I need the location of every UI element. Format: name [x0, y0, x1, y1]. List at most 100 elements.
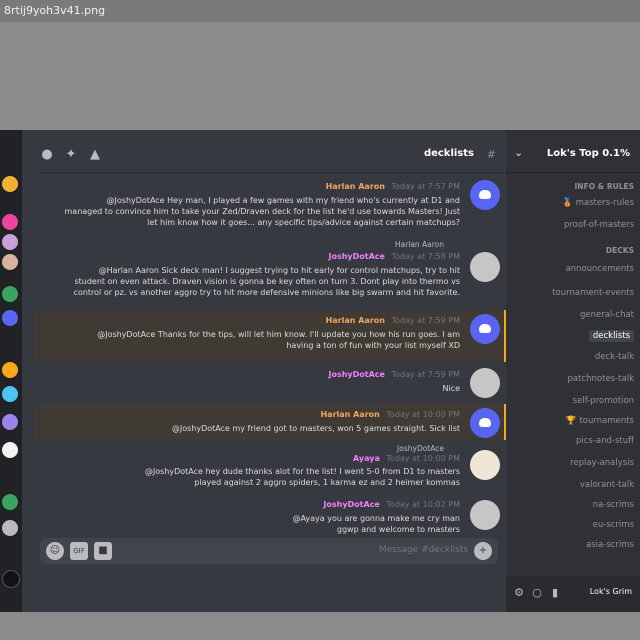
channel-item[interactable]: general-chat — [580, 310, 634, 320]
channel-item[interactable]: valorant-talk — [580, 480, 634, 490]
avatar[interactable] — [470, 368, 500, 398]
message-item: Harlan Aaron Today at 10:00 PM @JoshyDot… — [34, 404, 506, 440]
channel-item[interactable]: pics-and-stuff — [576, 436, 634, 446]
channel-item[interactable]: replay-analysis — [570, 458, 634, 468]
category-label[interactable]: Decks — [606, 246, 634, 255]
channel-item[interactable]: eu-scrims — [593, 520, 634, 530]
server-header[interactable]: ⌄ Lok's Top 0.1% — [506, 130, 640, 173]
avatar[interactable] — [470, 314, 500, 344]
channel-item[interactable]: tournament-events — [552, 288, 634, 298]
author-name[interactable]: Harlan Aaron — [326, 316, 385, 325]
avatar[interactable] — [470, 450, 500, 480]
headphones-icon[interactable]: ○ — [530, 586, 544, 600]
message-body: @JoshyDotAce Thanks for the tips, will l… — [97, 329, 460, 351]
channel-item-active[interactable]: decklists — [588, 330, 634, 342]
server-icon-12[interactable] — [2, 520, 18, 536]
settings-gear-icon[interactable]: ⚙ — [512, 586, 526, 600]
microphone-icon[interactable]: ▮ — [548, 586, 562, 600]
server-icon-2[interactable] — [2, 214, 18, 230]
channel-item[interactable]: proof-of-masters — [564, 220, 634, 230]
message-input[interactable]: Message #decklists — [379, 545, 468, 555]
message-timestamp: Today at 10:02 PM — [386, 500, 460, 509]
message-line: let him know how it goes... any specific… — [147, 218, 460, 227]
server-icon-6[interactable] — [2, 310, 18, 326]
gif-icon[interactable]: GIF — [70, 542, 88, 560]
server-icon-9[interactable] — [2, 414, 18, 430]
channel-item[interactable]: announcements — [565, 264, 634, 274]
channel-item[interactable]: 🥉 masters-rules — [562, 198, 634, 208]
server-icon-7[interactable] — [2, 362, 18, 378]
message-meta: JoshyDotAce Today at 7:59 PM — [328, 370, 460, 379]
pin-icon[interactable]: ✦ — [62, 146, 80, 164]
channel-label: tournament-events — [552, 288, 634, 298]
server-icon-1[interactable] — [2, 176, 18, 192]
server-icon-10[interactable] — [2, 442, 18, 458]
message-timestamp: Today at 7:57 PM — [391, 182, 461, 191]
server-rail — [0, 130, 22, 612]
bell-icon[interactable]: ▲ — [86, 146, 104, 164]
message-item: JoshyDotAce Ayaya Today at 10:00 PM @Jos… — [34, 444, 504, 494]
message-timestamp: Today at 10:00 PM — [386, 410, 460, 419]
server-name: Lok's Top 0.1% — [546, 148, 630, 159]
author-name[interactable]: Harlan Aaron — [326, 182, 385, 191]
channel-item[interactable]: self-promotion — [573, 396, 634, 406]
channel-label: patchnotes-talk — [567, 374, 634, 384]
channel-item[interactable]: na-scrims — [593, 500, 634, 510]
channel-label: asia-scrims — [586, 540, 634, 550]
channel-title: decklists — [423, 148, 474, 159]
message-meta: Ayaya Today at 10:00 PM — [353, 454, 460, 463]
server-icon-3[interactable] — [2, 234, 18, 250]
channel-item[interactable]: deck-talk — [595, 352, 634, 362]
channel-item[interactable]: patchnotes-talk — [568, 374, 634, 384]
emoji-icon[interactable]: ☺ — [46, 542, 64, 560]
server-icon-8[interactable] — [2, 386, 18, 402]
channel-label: tournaments — [579, 416, 634, 426]
message-body: Nice — [442, 383, 460, 394]
message-body: @Ayaya you are gonna make me cry man ggw… — [292, 513, 460, 535]
message-line: played against 2 aggro spiders, 1 karma … — [194, 478, 460, 487]
message-timestamp: Today at 7:59 PM — [391, 316, 461, 325]
message-composer[interactable]: ☺ GIF ■ Message #decklists + — [40, 538, 498, 564]
message-line: having a ton of fun with your list mysel… — [286, 341, 460, 350]
members-icon[interactable]: ● — [38, 146, 56, 164]
channel-header: ● ✦ ▲ decklists # — [34, 130, 504, 173]
channel-item[interactable]: 🏆 tournaments — [566, 416, 634, 426]
author-name[interactable]: Ayaya — [353, 454, 380, 463]
channel-label: proof-of-masters — [563, 220, 634, 230]
channel-item[interactable]: asia-scrims — [586, 540, 634, 550]
reply-reference[interactable]: JoshyDotAce — [397, 444, 444, 453]
channel-label: eu-scrims — [592, 520, 634, 530]
message-body: @JoshyDotAce my friend got to masters, w… — [172, 423, 460, 434]
message-body: @Harlan Aaron Sick deck man! I suggest t… — [74, 265, 460, 298]
channel-label: na-scrims — [592, 500, 634, 510]
chevron-down-icon[interactable]: ⌄ — [514, 146, 523, 159]
channel-label: valorant-talk — [579, 480, 634, 490]
message-item: Harlan Aaron JoshyDotAce Today at 7:58 P… — [34, 240, 504, 306]
author-name[interactable]: JoshyDotAce — [323, 500, 379, 509]
author-name[interactable]: JoshyDotAce — [328, 252, 384, 261]
file-name: 8rtij9yoh3v41.png — [4, 4, 106, 17]
server-icon-13[interactable] — [2, 570, 20, 588]
avatar[interactable] — [470, 252, 500, 282]
avatar[interactable] — [470, 500, 500, 530]
reply-reference[interactable]: Harlan Aaron — [395, 240, 444, 249]
message-meta: Harlan Aaron Today at 10:00 PM — [320, 410, 460, 419]
channel-label: replay-analysis — [570, 458, 634, 468]
user-name[interactable]: Lok's Grim — [590, 587, 632, 596]
message-meta: Harlan Aaron Today at 7:57 PM — [326, 182, 460, 191]
author-name[interactable]: JoshyDotAce — [328, 370, 384, 379]
category-label[interactable]: Info & Rules — [575, 182, 635, 191]
server-icon-11[interactable] — [2, 494, 18, 510]
gift-icon[interactable]: ■ — [94, 542, 112, 560]
avatar[interactable] — [470, 408, 500, 438]
message-line: @Ayaya you are gonna make me cry man — [292, 514, 460, 523]
upload-plus-icon[interactable]: + — [474, 542, 492, 560]
server-icon-4[interactable] — [2, 254, 18, 270]
avatar[interactable] — [470, 180, 500, 210]
server-icon-5[interactable] — [2, 286, 18, 302]
message-timestamp: Today at 10:00 PM — [386, 454, 460, 463]
message-body: @JoshyDotAce hey dude thanks alot for th… — [145, 466, 460, 488]
author-name[interactable]: Harlan Aaron — [320, 410, 379, 419]
message-line: Nice — [442, 384, 460, 393]
message-line: @JoshyDotAce Hey man, I played a few gam… — [106, 196, 460, 205]
